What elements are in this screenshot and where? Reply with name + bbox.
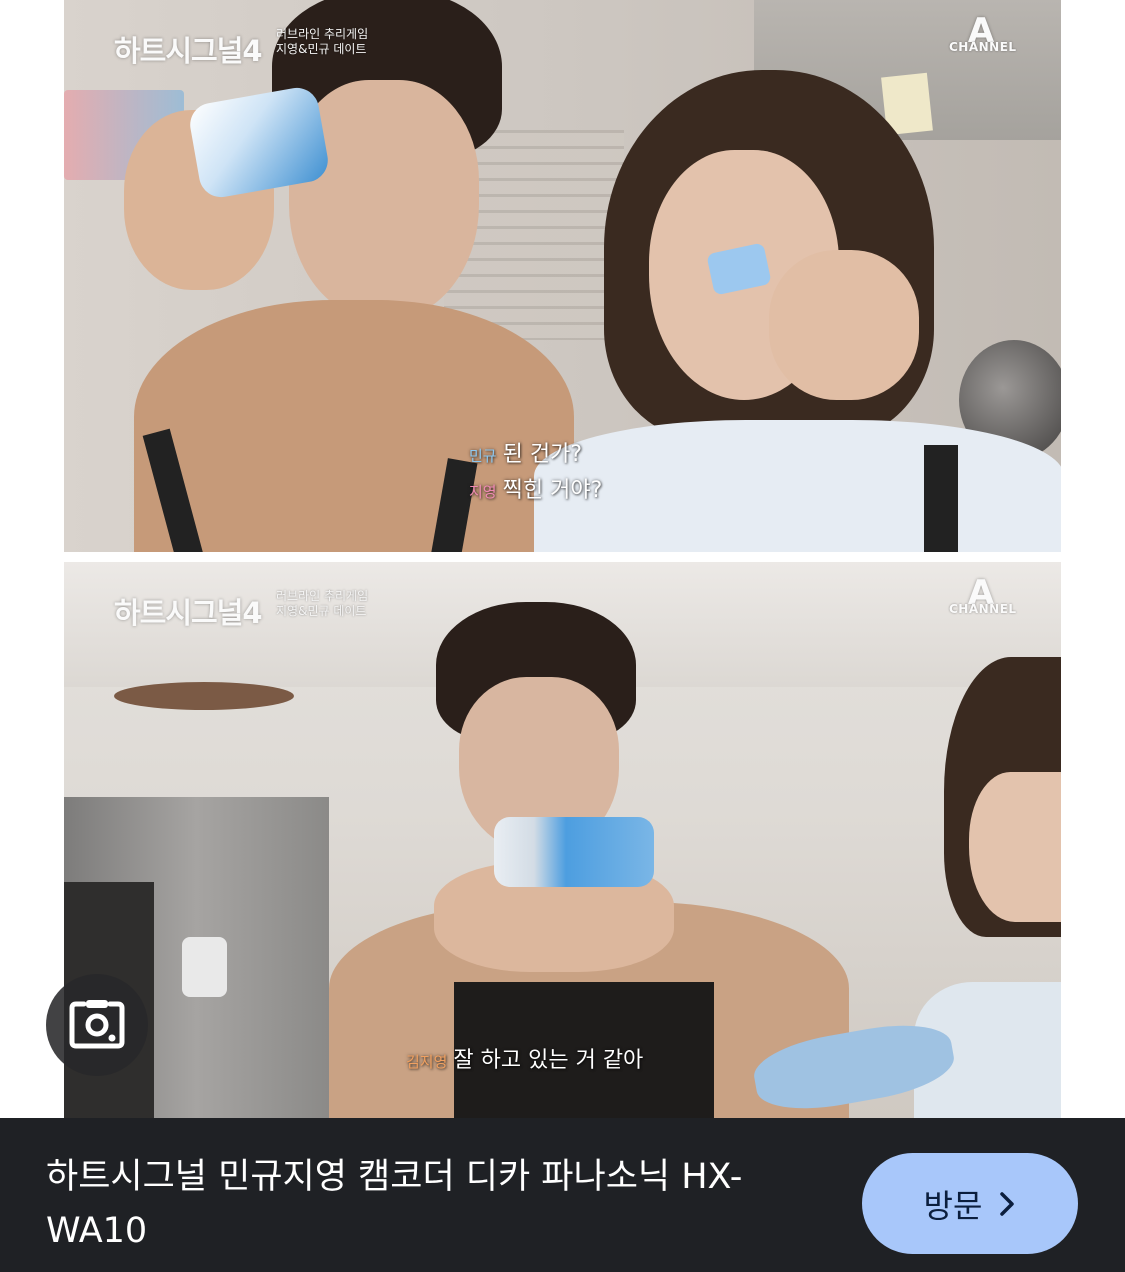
show-logo-text: 하트시그널4: [114, 596, 263, 630]
show-logo-text: 하트시그널4: [114, 34, 263, 68]
channel-word: CHANNEL: [949, 602, 1017, 616]
video-frame-top: 하트시그널4 러브라인 추리게임 지영&민규 데이트 A CHANNEL 민규 된…: [64, 0, 1061, 552]
channel-word: CHANNEL: [949, 40, 1017, 54]
channel-a-logo: A CHANNEL: [949, 576, 1017, 616]
show-subtitle-line: 러브라인 추리게임: [276, 27, 369, 41]
woman-face: [969, 772, 1061, 922]
woman-hand: [769, 250, 919, 400]
caption-speaker: 민규: [469, 447, 497, 465]
show-subtitle-line: 지영&민규 데이트: [276, 42, 367, 56]
google-lens-icon: [69, 1000, 125, 1049]
result-title[interactable]: 하트시그널 민규지영 캠코더 디카 파나소닉 HX-WA10: [46, 1150, 826, 1258]
caption-speaker: 김지영: [406, 1053, 448, 1071]
subtitle-caption: 김지영 잘 하고 있는 거 같아: [406, 1042, 643, 1074]
subtitle-caption: 민규 된 건가?: [469, 436, 582, 468]
visit-button[interactable]: 방문: [862, 1153, 1078, 1254]
google-lens-button[interactable]: [46, 974, 148, 1076]
caption-text: 잘 하고 있는 거 같아: [453, 1048, 644, 1073]
visit-button-label: 방문: [923, 1186, 983, 1225]
show-subtitle-line: 러브라인 추리게임: [276, 589, 369, 603]
show-logo-subtitle: 러브라인 추리게임 지영&민규 데이트: [276, 27, 368, 57]
show-logo-subtitle: 러브라인 추리게임 지영&민규 데이트: [276, 589, 368, 619]
kitchen-timer: [182, 937, 227, 997]
subtitle-caption: 지영 찍힌 거야?: [469, 472, 602, 504]
wooden-stand: [114, 682, 294, 710]
channel-a-logo: A CHANNEL: [949, 14, 1017, 54]
man-torso: [134, 300, 574, 552]
caption-text: 된 건가?: [502, 442, 582, 467]
caption-speaker: 지영: [469, 483, 497, 501]
caption-text: 찍힌 거야?: [502, 478, 603, 503]
show-subtitle-line: 지영&민규 데이트: [276, 604, 367, 618]
camcorder: [494, 817, 654, 887]
show-logo: 하트시그널4 러브라인 추리게임 지영&민규 데이트: [114, 589, 368, 632]
video-frame-bottom: 하트시그널4 러브라인 추리게임 지영&민규 데이트 A CHANNEL 김지영…: [64, 562, 1061, 1118]
woman-shirt: [534, 420, 1061, 552]
show-logo: 하트시그널4 러브라인 추리게임 지영&민규 데이트: [114, 27, 368, 70]
woman-apron-strap: [924, 445, 958, 552]
chevron-right-icon: [1000, 1191, 1015, 1216]
